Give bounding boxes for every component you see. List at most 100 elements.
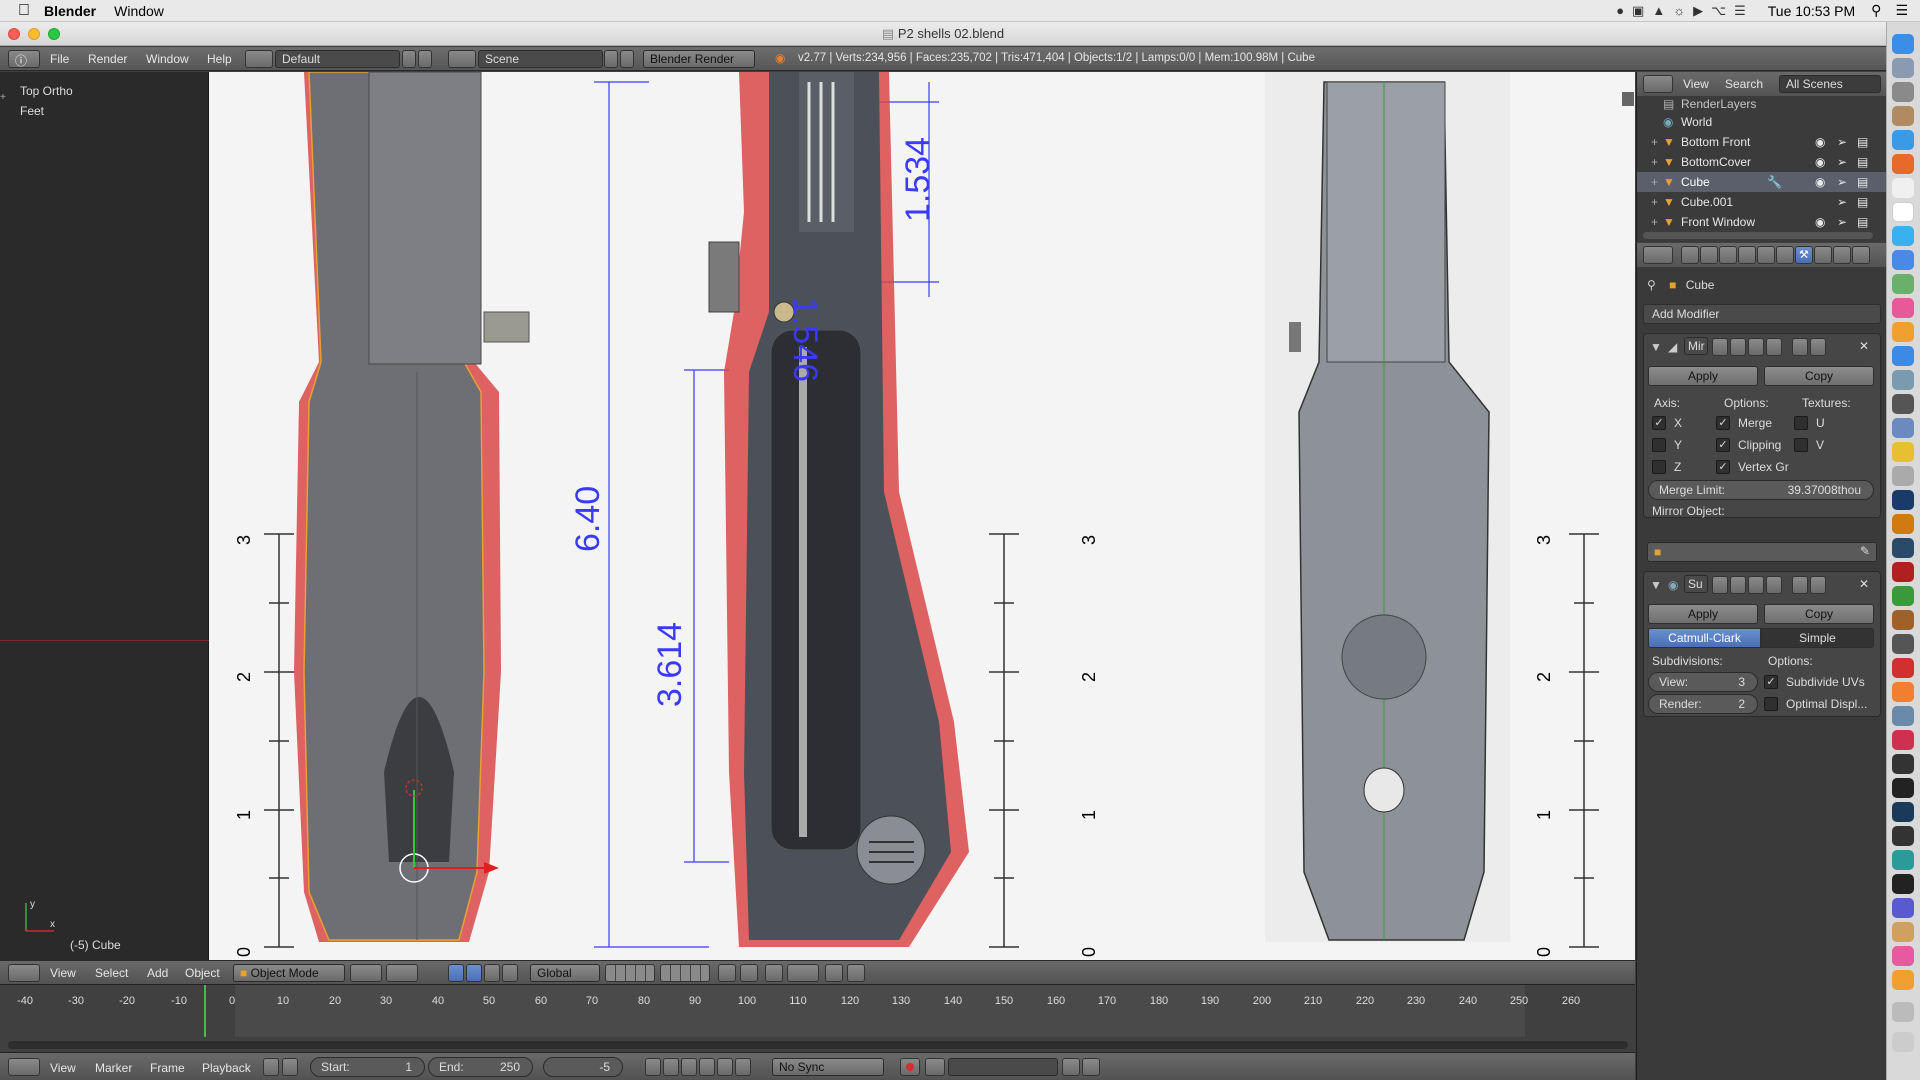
renderable-camera-icon[interactable]: ▤ [1857, 172, 1868, 192]
view-subdivisions-field[interactable]: View: 3 [1648, 672, 1758, 692]
expand-icon[interactable]: + [1651, 132, 1658, 152]
calendar-icon[interactable] [1892, 202, 1914, 222]
mirror-move-down[interactable] [1810, 338, 1826, 356]
app-store-icon[interactable] [1892, 346, 1914, 366]
outliner-filter-dropdown[interactable]: All Scenes [1779, 75, 1881, 93]
outliner-row-bottomcover[interactable]: + ▼ BottomCover ◉ ➢ ▤ [1637, 152, 1887, 172]
merge-limit-field[interactable]: Merge Limit: 39.37008thou [1648, 480, 1874, 500]
selectable-cursor-icon[interactable]: ➢ [1837, 132, 1847, 152]
selectable-cursor-icon[interactable]: ➢ [1837, 172, 1847, 192]
mirror-apply-button[interactable]: Apply [1648, 366, 1758, 386]
data-tab[interactable] [1814, 246, 1832, 264]
optimal-display-checkbox[interactable] [1764, 697, 1778, 711]
vertex-groups-checkbox[interactable]: ✓ [1716, 460, 1730, 474]
preview-range-toggle[interactable] [263, 1058, 279, 1076]
properties-editor[interactable]: ⚒ ⚲ ■ Cube Add Modifier ▼ ◢ Mir ✕ Apply … [1636, 243, 1887, 1080]
merge-checkbox[interactable]: ✓ [1716, 416, 1730, 430]
editor-type-info-button[interactable]: ⓘ [8, 50, 40, 68]
safari-icon[interactable] [1892, 130, 1914, 150]
timeline-menu-frame[interactable]: Frame [150, 1061, 185, 1075]
subsurf-move-down[interactable] [1810, 576, 1826, 594]
outliner-scrollbar[interactable] [1643, 232, 1873, 239]
menu-help[interactable]: Help [207, 52, 232, 66]
zoom-window-button[interactable] [48, 28, 60, 40]
firefox-icon[interactable] [1892, 154, 1914, 174]
ibooks-icon[interactable] [1892, 322, 1914, 342]
preview-icon[interactable] [1892, 370, 1914, 390]
timeline-menu-playback[interactable]: Playback [202, 1061, 251, 1075]
mirror-cage-toggle[interactable] [1766, 338, 1782, 356]
texture-u-checkbox[interactable] [1794, 416, 1808, 430]
illustrator-icon[interactable] [1892, 514, 1914, 534]
expand-icon[interactable]: + [1651, 172, 1658, 192]
outliner-menu-view[interactable]: View [1683, 77, 1709, 91]
timeline-menu-view[interactable]: View [50, 1061, 76, 1075]
add-screen-button[interactable] [402, 50, 416, 68]
finder-alt-icon[interactable] [1892, 466, 1914, 486]
app-icon-27[interactable] [1892, 706, 1914, 726]
subdivide-uvs-checkbox[interactable]: ✓ [1764, 675, 1778, 689]
constraints-tab[interactable] [1776, 246, 1794, 264]
outliner-row-renderlayers[interactable]: ▤ RenderLayers [1637, 94, 1887, 114]
outliner-row-front-window[interactable]: + ▼ Front Window ◉ ➢ ▤ [1637, 212, 1887, 232]
eyedropper-icon[interactable]: ✎ [1860, 544, 1870, 558]
editor-type-timeline-button[interactable] [8, 1058, 40, 1076]
chrome-icon[interactable] [1892, 442, 1914, 462]
minimize-window-button[interactable] [28, 28, 40, 40]
timeline-menu-marker[interactable]: Marker [95, 1061, 132, 1075]
expand-toolshelf-icon[interactable]: + [0, 92, 6, 103]
apple-icon[interactable]:  [18, 2, 30, 20]
mirror-render-toggle[interactable] [1730, 338, 1746, 356]
subsurf-delete-icon[interactable]: ✕ [1859, 577, 1869, 591]
play-button[interactable] [699, 1058, 715, 1076]
notes-icon[interactable] [1892, 178, 1914, 198]
end-frame-field[interactable]: End: 250 [428, 1057, 533, 1077]
clipping-checkbox[interactable]: ✓ [1716, 438, 1730, 452]
renderable-camera-icon[interactable]: ▤ [1857, 152, 1868, 172]
utility-icon[interactable] [1892, 634, 1914, 654]
collapse-arrow-icon[interactable]: ▼ [1650, 340, 1662, 354]
renderable-camera-icon[interactable]: ▤ [1857, 132, 1868, 152]
outliner-row-world[interactable]: ◉ World [1637, 112, 1887, 132]
expand-icon[interactable]: + [1651, 192, 1658, 212]
subsurf-name-field[interactable]: Su [1684, 575, 1708, 593]
subsurf-move-up[interactable] [1792, 576, 1808, 594]
app-icon-28[interactable] [1892, 730, 1914, 750]
muse-icon[interactable] [1892, 586, 1914, 606]
bridge-icon[interactable] [1892, 610, 1914, 630]
3d-viewport[interactable]: 6.40 3.614 1.546 1.534 0 1 2 3 0 1 2 3 0… [209, 72, 1635, 960]
texture-v-checkbox[interactable] [1794, 438, 1808, 452]
visibility-eye-icon[interactable]: ◉ [1815, 172, 1825, 192]
renderable-camera-icon[interactable]: ▤ [1857, 212, 1868, 232]
timeline-area[interactable]: -40 -30 -20 -10 0 10 20 30 40 50 60 70 8… [0, 984, 1635, 1052]
simple-toggle[interactable]: Simple [1761, 628, 1874, 648]
photoshop-icon[interactable] [1892, 490, 1914, 510]
menu-window[interactable]: Window [146, 52, 189, 66]
keying-set-button[interactable] [925, 1058, 945, 1076]
texture-tab[interactable] [1852, 246, 1870, 264]
remove-scene-button[interactable] [620, 50, 634, 68]
jump-end-button[interactable] [735, 1058, 751, 1076]
collapse-arrow-icon[interactable]: ▼ [1650, 578, 1662, 592]
axis-y-checkbox[interactable] [1652, 438, 1666, 452]
object-tab[interactable] [1757, 246, 1775, 264]
editor-type-properties-button[interactable] [1643, 246, 1673, 264]
render-subdivisions-field[interactable]: Render: 2 [1648, 694, 1758, 714]
expand-icon[interactable]: + [1651, 152, 1658, 172]
contacts-icon[interactable] [1892, 106, 1914, 126]
app-icon-29[interactable] [1892, 754, 1914, 774]
subsurf-copy-button[interactable]: Copy [1764, 604, 1874, 624]
app-icon-32[interactable] [1892, 826, 1914, 846]
photos-icon[interactable] [1892, 418, 1914, 438]
app-icon-35[interactable] [1892, 898, 1914, 918]
subsurf-apply-button[interactable]: Apply [1648, 604, 1758, 624]
current-frame-field[interactable]: -5 [543, 1057, 623, 1077]
app-icon-38[interactable] [1892, 970, 1914, 990]
app-icon-33[interactable] [1892, 850, 1914, 870]
add-scene-button[interactable] [604, 50, 618, 68]
render-engine-dropdown[interactable]: Blender Render [643, 50, 755, 68]
app-menu[interactable]: Blender [44, 3, 96, 19]
outliner-row-cube[interactable]: + ▼ Cube 🔧 ◉ ➢ ▤ [1637, 172, 1887, 192]
mirror-name-field[interactable]: Mir [1684, 337, 1708, 355]
mirror-move-up[interactable] [1792, 338, 1808, 356]
